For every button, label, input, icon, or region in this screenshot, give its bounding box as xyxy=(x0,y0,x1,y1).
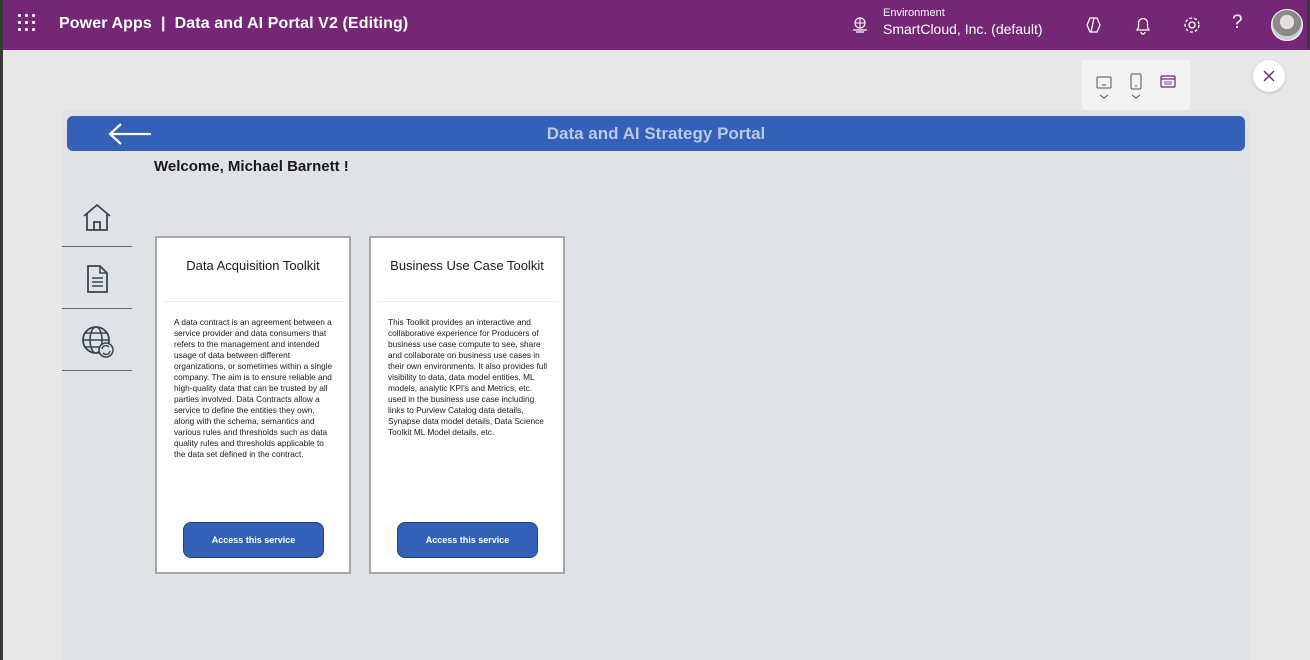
card-data-acquisition-toolkit: Data Acquisition Toolkit A data contract… xyxy=(155,236,351,574)
tablet-preview-button[interactable] xyxy=(1090,68,1118,106)
close-preview-button[interactable] xyxy=(1253,60,1285,92)
card-description: A data contract is an agreement between … xyxy=(174,317,333,459)
access-service-button[interactable]: Access this service xyxy=(397,522,538,558)
tablet-icon xyxy=(1096,76,1112,99)
card-title: Data Acquisition Toolkit xyxy=(186,258,320,273)
settings-gear-icon[interactable] xyxy=(1181,14,1203,36)
app-launcher-icon[interactable] xyxy=(18,14,38,34)
nav-item-home[interactable] xyxy=(62,187,132,247)
document-icon xyxy=(87,265,108,293)
app-header-title: Data and AI Strategy Portal xyxy=(546,124,766,143)
nav-item-document[interactable] xyxy=(62,247,132,309)
environment-label: Environment xyxy=(883,7,945,19)
user-avatar[interactable] xyxy=(1271,9,1303,41)
home-icon xyxy=(83,203,111,231)
top-bar: Power Apps | Data and AI Portal V2 (Edit… xyxy=(0,0,1310,50)
device-preview-selector xyxy=(1082,60,1190,110)
card-title: Business Use Case Toolkit xyxy=(390,258,544,273)
web-icon xyxy=(1160,75,1176,88)
help-icon[interactable]: ? xyxy=(1232,12,1243,34)
globe-sync-icon xyxy=(82,326,114,358)
environment-name[interactable]: SmartCloud, Inc. (default) xyxy=(883,21,1043,37)
close-icon xyxy=(1263,70,1275,82)
phone-preview-button[interactable] xyxy=(1122,68,1150,106)
phone-icon xyxy=(1130,73,1142,99)
copilot-icon[interactable] xyxy=(1083,14,1105,36)
environment-icon xyxy=(853,17,867,33)
card-business-use-case-toolkit: Business Use Case Toolkit This Toolkit p… xyxy=(369,236,565,574)
web-preview-button[interactable] xyxy=(1154,68,1182,106)
card-divider xyxy=(377,301,559,302)
card-divider xyxy=(163,301,345,302)
app-header-bar: Data and AI Strategy Portal xyxy=(67,116,1245,151)
card-description: This Toolkit provides an interactive and… xyxy=(388,317,548,437)
app-title: Power Apps | Data and AI Portal V2 (Edit… xyxy=(59,15,409,32)
access-service-button[interactable]: Access this service xyxy=(183,522,324,558)
app-canvas: Data and AI Strategy Portal Welcome, Mic… xyxy=(62,110,1250,660)
nav-item-globe[interactable] xyxy=(62,309,132,371)
welcome-message: Welcome, Michael Barnett ! xyxy=(154,158,349,175)
notification-bell-icon[interactable] xyxy=(1132,14,1154,36)
